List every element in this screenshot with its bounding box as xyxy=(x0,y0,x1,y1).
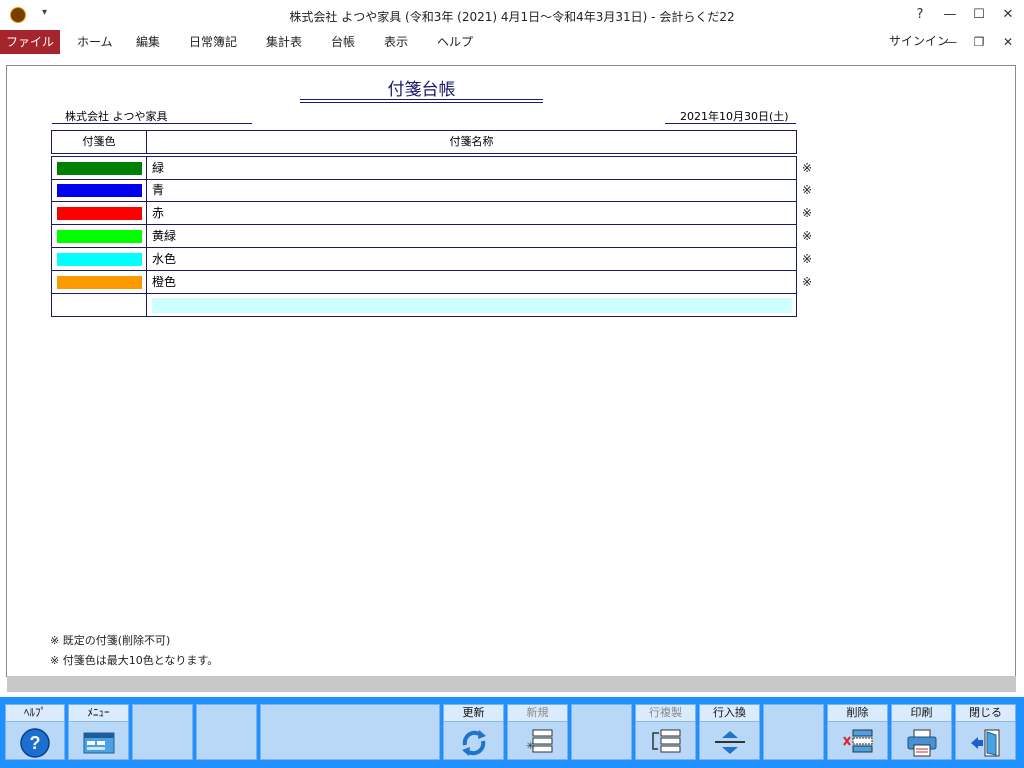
default-mark: ※ xyxy=(802,161,813,175)
window-title: 株式会社 よつや家具 (令和3年 (2021) 4月1日～令和4年3月31日) … xyxy=(289,10,735,24)
new-row-icon: ✳ xyxy=(526,729,552,753)
date-underline xyxy=(665,123,796,124)
menu-help[interactable]: ヘルプ xyxy=(437,30,473,54)
menu-icon xyxy=(83,732,114,754)
color-swatch xyxy=(57,207,142,220)
report-date: 2021年10月30日(土) xyxy=(680,110,789,123)
refresh-button-label: 更新 xyxy=(444,705,503,722)
menu-summary[interactable]: 集計表 xyxy=(266,30,302,54)
tag-name-input[interactable] xyxy=(152,298,792,313)
help-icon: ? xyxy=(20,728,50,758)
name-cell[interactable]: 赤 xyxy=(146,202,797,225)
print-button-label: 印刷 xyxy=(892,705,951,722)
table-row[interactable]: 水色 ※ xyxy=(51,248,812,271)
close-button-label: 閉じる xyxy=(956,705,1015,722)
new-button: 新規 ✳ xyxy=(507,704,568,760)
title-underline xyxy=(300,102,543,103)
color-swatch xyxy=(57,162,142,175)
default-mark: ※ xyxy=(802,275,813,289)
table-row[interactable]: 青 ※ xyxy=(51,179,812,202)
signin-link[interactable]: サインイン xyxy=(889,32,949,49)
table-row-new[interactable] xyxy=(51,294,797,317)
svg-text:?: ? xyxy=(30,733,41,753)
color-cell[interactable] xyxy=(51,179,147,202)
table-row[interactable]: 橙色 ※ xyxy=(51,271,812,294)
default-mark: ※ xyxy=(802,183,813,197)
empty-function-key xyxy=(763,704,824,760)
refresh-button[interactable]: 更新 xyxy=(443,704,504,760)
color-swatch xyxy=(57,230,142,243)
empty-function-key xyxy=(132,704,193,760)
column-header-color: 付箋色 xyxy=(51,130,147,154)
close-door-icon xyxy=(970,729,999,757)
report-title: 付箋台帳 xyxy=(387,80,456,100)
note-max-colors: ※ 付箋色は最大10色となります。 xyxy=(50,654,219,667)
menu-button[interactable]: ﾒﾆｭｰ xyxy=(68,704,129,760)
empty-function-key xyxy=(260,704,440,760)
color-cell-empty[interactable] xyxy=(51,294,147,317)
default-mark: ※ xyxy=(802,206,813,220)
table-row[interactable]: 赤 ※ xyxy=(51,202,812,225)
default-mark: ※ xyxy=(802,252,813,266)
close-button[interactable]: 閉じる xyxy=(955,704,1016,760)
swap-rows-button[interactable]: 行入換 xyxy=(699,704,760,760)
color-cell[interactable] xyxy=(51,157,147,180)
color-swatch xyxy=(57,276,142,289)
name-cell[interactable]: 青 xyxy=(146,179,797,202)
print-icon xyxy=(907,729,936,757)
empty-function-key xyxy=(571,704,632,760)
company-name: 株式会社 よつや家具 xyxy=(65,110,168,123)
color-cell[interactable] xyxy=(51,271,147,294)
duplicate-row-button: 行複製 xyxy=(635,704,696,760)
svg-text:✳: ✳ xyxy=(526,741,534,752)
print-button[interactable]: 印刷 xyxy=(891,704,952,760)
help-question-icon[interactable]: ? xyxy=(908,4,932,26)
name-cell[interactable]: 水色 xyxy=(146,248,797,271)
minimize-button[interactable]: — xyxy=(938,4,962,26)
name-cell-editing[interactable] xyxy=(146,294,797,317)
note-default-tags: ※ 既定の付箋(削除不可) xyxy=(50,634,171,647)
color-cell[interactable] xyxy=(51,202,147,225)
swap-rows-icon xyxy=(714,731,745,754)
help-button-label: ﾍﾙﾌﾟ xyxy=(6,705,64,722)
color-swatch xyxy=(57,253,142,266)
close-window-button[interactable]: ✕ xyxy=(996,4,1020,26)
column-header-name: 付箋名称 xyxy=(146,130,797,154)
company-underline xyxy=(52,123,252,124)
new-button-label: 新規 xyxy=(508,705,567,722)
menu-home[interactable]: ホーム xyxy=(77,30,113,54)
menu-daily-bookkeeping[interactable]: 日常簿記 xyxy=(189,30,237,54)
color-cell[interactable] xyxy=(51,248,147,271)
doc-restore-button[interactable]: ❐ xyxy=(969,33,989,51)
table-row[interactable]: 緑 ※ xyxy=(51,156,812,180)
color-swatch xyxy=(57,184,142,197)
status-strip xyxy=(7,676,1016,692)
default-mark: ※ xyxy=(802,229,813,243)
color-cell[interactable] xyxy=(51,225,147,248)
doc-minimize-button[interactable]: — xyxy=(941,33,961,51)
help-button[interactable]: ﾍﾙﾌﾟ ? xyxy=(5,704,65,760)
table-row[interactable]: 黄緑 ※ xyxy=(51,225,812,248)
duplicate-row-label: 行複製 xyxy=(636,705,695,722)
duplicate-row-icon xyxy=(651,729,680,753)
maximize-button[interactable]: ☐ xyxy=(967,4,991,26)
refresh-icon xyxy=(461,730,486,756)
name-cell[interactable]: 橙色 xyxy=(146,271,797,294)
menu-button-label: ﾒﾆｭｰ xyxy=(69,705,128,722)
menu-view[interactable]: 表示 xyxy=(384,30,408,54)
empty-function-key xyxy=(196,704,257,760)
delete-button-label: 削除 xyxy=(828,705,887,722)
title-underline xyxy=(300,99,543,100)
menu-edit[interactable]: 編集 xyxy=(136,30,160,54)
doc-close-button[interactable]: ✕ xyxy=(998,33,1018,51)
menu-file[interactable]: ファイル xyxy=(0,30,60,54)
name-cell[interactable]: 緑 xyxy=(146,157,797,180)
swap-rows-label: 行入換 xyxy=(700,705,759,722)
delete-icon xyxy=(842,729,872,753)
delete-button[interactable]: 削除 xyxy=(827,704,888,760)
menu-ledger[interactable]: 台帳 xyxy=(331,30,355,54)
name-cell[interactable]: 黄緑 xyxy=(146,225,797,248)
